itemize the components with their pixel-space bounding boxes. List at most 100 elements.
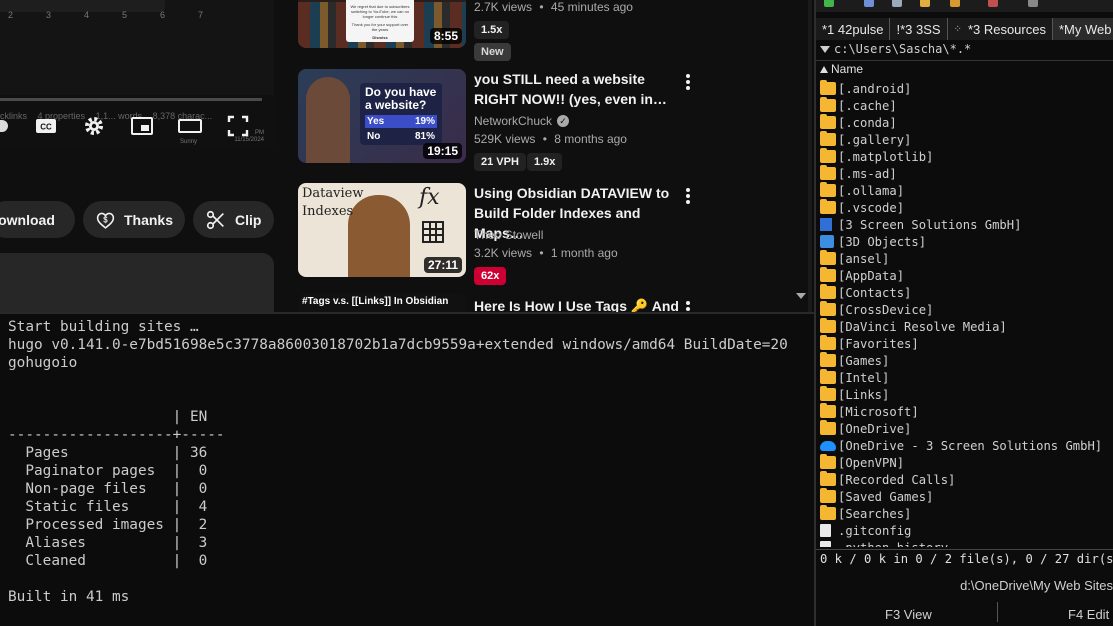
thumbnail-text: Yes [367,116,385,127]
download-button[interactable]: Download [0,201,75,238]
path-text: c:\Users\Sascha\*.* [834,42,972,56]
file-list-item[interactable]: [ansel] [820,250,1113,267]
file-list-item[interactable]: [.ms-ad] [820,165,1113,182]
download-label: Download [0,211,55,228]
terminal-line: Non-page files | 0 [8,481,208,497]
video-thumbnail[interactable]: Do you have a website? Yes 19% No 81% 19:1… [298,69,466,163]
miniplayer-icon [131,117,153,135]
file-list-item[interactable]: [Recorded Calls] [820,471,1113,488]
video-progress-bar[interactable] [0,98,262,101]
video-frame: 2 3 4 5 6 7 [0,0,274,95]
thumbnail-person [306,77,350,163]
file-list-item[interactable]: [Intel] [820,369,1113,386]
tray-app-icon[interactable] [892,0,902,7]
terminal-line: -------------------+----- [8,427,225,443]
folder-icon [820,250,836,265]
terminal-line: Paginator pages | 0 [8,463,208,479]
recommended-video[interactable]: Do you have a website? Yes 19% No 81% 19:1… [298,69,798,171]
video-thumbnail[interactable]: #Tags v.s. [[Links]] In Obsidian [298,293,466,312]
current-path: d:\OneDrive\My Web Sites [960,578,1113,593]
panel-path[interactable]: c:\Users\Sascha\*.* [820,42,971,56]
file-list-item[interactable]: [Links] [820,386,1113,403]
file-name: [Saved Games] [838,489,934,504]
meta-separator: • [539,246,544,260]
file-list-item[interactable]: [Saved Games] [820,488,1113,505]
meta-separator: • [539,0,544,14]
tab-42pulse[interactable]: *1 42pulse [816,18,891,40]
file-list-item[interactable]: [.cache] [820,97,1113,114]
file-list-item[interactable]: [Games] [820,352,1113,369]
more-options-icon[interactable] [682,72,694,92]
video-title[interactable]: you STILL need a website RIGHT NOW!! (ye… [474,69,684,109]
description-box[interactable] [0,253,274,312]
thumbnail-text: No [367,131,381,142]
tray-app-icon[interactable] [988,0,998,7]
file-list-item[interactable]: [.conda] [820,114,1113,131]
file-list-item[interactable]: .python_history [820,539,1113,547]
tray-app-icon[interactable] [864,0,874,7]
theater-button[interactable] [177,114,203,138]
volume-slider-knob[interactable] [0,120,8,132]
tray-app-icon[interactable] [920,0,930,7]
terminal-window[interactable]: Start building sites … hugo v0.141.0-e7b… [0,312,814,626]
folder-icon [820,369,836,384]
recommended-video[interactable]: We regret that due to subscribers switch… [298,0,798,61]
file-list-item[interactable]: [DaVinci Resolve Media] [820,318,1113,335]
column-header-name[interactable]: Name [820,62,863,76]
more-options-icon[interactable] [682,299,694,312]
file-list-item[interactable]: [Searches] [820,505,1113,522]
video-thumbnail[interactable]: We regret that due to subscribers switch… [298,0,466,48]
tab-my-web[interactable]: *My Web [1052,18,1113,40]
file-list-item[interactable]: [.ollama] [820,182,1113,199]
svg-text:CC: CC [40,123,52,132]
tab-label: *My Web [1058,21,1112,37]
file-list-item[interactable]: [.vscode] [820,199,1113,216]
f4-edit-key[interactable]: F4 Edit [1068,607,1109,622]
tray-app-icon[interactable] [1028,0,1038,7]
file-list-item[interactable]: [OneDrive - 3 Screen Solutions GmbH] [820,437,1113,454]
file-list-item[interactable]: [Microsoft] [820,403,1113,420]
file-list-item[interactable]: [Contacts] [820,284,1113,301]
file-name: [OneDrive - 3 Screen Solutions GmbH] [838,438,1103,453]
path-dropdown-icon[interactable] [820,45,830,53]
file-list-item[interactable]: [AppData] [820,267,1113,284]
recommended-video[interactable]: Dataview Indexes fx 27:11 Using Obsidian… [298,183,798,285]
video-thumbnail[interactable]: Dataview Indexes fx 27:11 [298,183,466,277]
verified-icon: ✓ [557,115,570,127]
tray-app-icon[interactable] [950,0,960,7]
miniplayer-button[interactable] [129,114,155,138]
channel-name[interactable]: NetworkChuck ✓ [474,114,570,128]
file-list-item[interactable]: [OpenVPN] [820,454,1113,471]
video-duration: 27:11 [423,257,462,273]
terminal-line: gohugoio [8,355,78,371]
f3-view-key[interactable]: F3 View [885,607,932,622]
file-list-item[interactable]: [OneDrive] [820,420,1113,437]
file-list-item[interactable]: [.matplotlib] [820,148,1113,165]
folder-icon [820,131,836,146]
view-count: 3.2K views [474,246,533,260]
video-player[interactable]: 234567 cklinks 4 properties 1,1... words… [0,0,274,150]
clip-button[interactable]: Clip [193,201,274,238]
file-list-item[interactable]: [3 Screen Solutions GmbH] [820,216,1113,233]
cc-button[interactable]: CC [33,114,59,138]
file-list-item[interactable]: [.android] [820,80,1113,97]
file-list-item[interactable]: [3D Objects] [820,233,1113,250]
svg-text:$: $ [103,215,108,224]
recommended-video[interactable]: #Tags v.s. [[Links]] In Obsidian Here Is… [298,293,798,312]
video-title[interactable]: Here Is How I Use Tags 🔑 And [474,296,684,312]
tray-app-icon[interactable] [824,0,834,7]
scroll-down-arrow-icon[interactable] [796,293,806,299]
channel-name[interactable]: Theo Stowell [474,228,543,242]
settings-button[interactable] [81,114,107,138]
file-list-item[interactable]: .gitconfig [820,522,1113,539]
clock-date: 11/15/2024 [234,137,264,143]
thanks-button[interactable]: $ Thanks [83,201,185,238]
file-list-item[interactable]: [CrossDevice] [820,301,1113,318]
folder-icon [820,505,836,520]
tab-resources[interactable]: ⁘ *3 Resources [947,18,1053,40]
file-list-item[interactable]: [.gallery] [820,131,1113,148]
file-list-item[interactable]: [Favorites] [820,335,1113,352]
more-options-icon[interactable] [682,186,694,206]
tab-3ss[interactable]: !*3 3SS [890,18,948,40]
terminal-line: hugo v0.141.0-e7bd51698e5c3778a860030187… [8,337,788,353]
